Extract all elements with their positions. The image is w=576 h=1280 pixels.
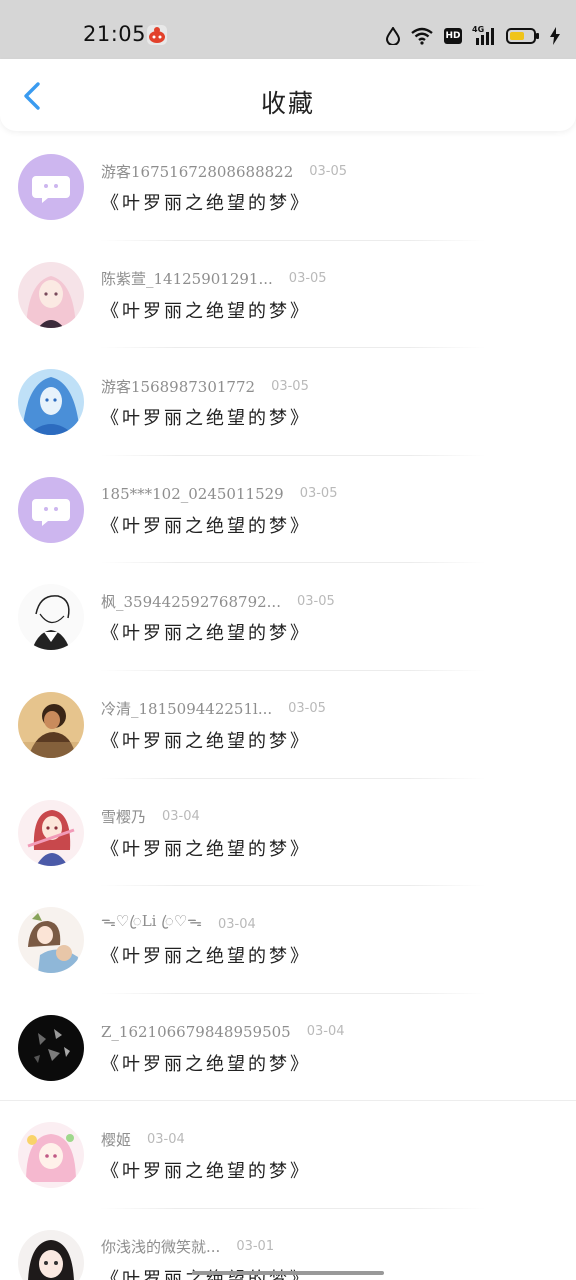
favorite-date: 03-04: [147, 1131, 185, 1147]
battery-icon: [506, 28, 539, 44]
work-title: 《叶罗丽之绝望的梦》: [101, 623, 311, 645]
work-title: 《叶罗丽之绝望的梦》: [101, 838, 311, 860]
username: 枫_359442592768792...: [101, 592, 281, 611]
username: 185***102_0245011529: [101, 484, 284, 503]
status-bar: 21:05 HD 4G: [0, 0, 576, 59]
status-icons: HD 4G: [386, 24, 560, 48]
list-item[interactable]: ᯓ♡ꦿLi ꦿ♡ᯓ 03-04 《叶罗丽之绝望的梦》: [0, 886, 576, 994]
anime-girl-dark-hair-avatar: [18, 1229, 84, 1280]
list-item[interactable]: 雪樱乃 03-04 《叶罗丽之绝望的梦》: [0, 779, 576, 887]
wifi-icon: [411, 27, 433, 45]
sketch-boy-avatar: [18, 584, 84, 651]
work-title: 《叶罗丽之绝望的梦》: [101, 408, 311, 430]
favorite-date: 03-04: [217, 916, 256, 932]
username: 雪樱乃: [101, 808, 147, 827]
page-title: 收藏: [260, 89, 315, 118]
favorite-date: 03-04: [162, 809, 200, 825]
default-chat-avatar: [18, 476, 84, 543]
4g-signal-icon: 4G: [472, 25, 496, 45]
favorites-list: 游客16751672808688822 03-05 《叶罗丽之绝望的梦》 陈紫萱_…: [0, 133, 576, 1280]
hd-icon: HD: [444, 28, 462, 44]
username: 游客1568987301772: [101, 377, 256, 396]
status-time: 21:05: [83, 22, 147, 46]
list-item[interactable]: 枫_359442592768792... 03-05 《叶罗丽之绝望的梦》: [0, 563, 576, 671]
username: 樱姬: [101, 1130, 132, 1149]
anime-girl-pink-avatar: [18, 261, 84, 328]
favorite-date: 03-05: [309, 163, 348, 179]
photo-person-avatar: [18, 691, 84, 758]
favorite-date: 03-04: [306, 1024, 345, 1040]
list-item[interactable]: 冷清_181509442251l... 03-05 《叶罗丽之绝望的梦》: [0, 671, 576, 779]
favorite-date: 03-05: [288, 701, 326, 717]
default-chat-avatar: [18, 154, 84, 220]
list-item[interactable]: 游客1568987301772 03-05 《叶罗丽之绝望的梦》: [0, 348, 576, 456]
work-title: 《叶罗丽之绝望的梦》: [101, 1161, 311, 1183]
work-title: 《叶罗丽之绝望的梦》: [101, 300, 311, 322]
favorite-date: 03-05: [271, 378, 309, 394]
favorite-date: 03-05: [288, 271, 327, 287]
anime-girl-blue-avatar: [18, 369, 84, 436]
username: 冷清_181509442251l...: [101, 700, 273, 719]
favorite-date: 03-01: [236, 1239, 275, 1255]
list-item[interactable]: Z_162106679848959505 03-04 《叶罗丽之绝望的梦》: [0, 994, 576, 1102]
list-item[interactable]: 你浅浅的微笑就...03-01 《叶罗丽之绝望的梦》: [0, 1209, 576, 1280]
work-title: 《叶罗丽之绝望的梦》: [101, 515, 311, 537]
anime-girl-pastel-avatar: [18, 1122, 84, 1189]
username: Z_162106679848959505: [101, 1022, 291, 1041]
username: 游客16751672808688822: [101, 162, 294, 181]
work-title: 《叶罗丽之绝望的梦》: [101, 1053, 311, 1075]
list-item[interactable]: 游客16751672808688822 03-05 《叶罗丽之绝望的梦》: [0, 133, 576, 241]
dark-shards-avatar: [18, 1014, 84, 1081]
username: 你浅浅的微笑就...: [101, 1238, 221, 1257]
work-title: 《叶罗丽之绝望的梦》: [101, 193, 311, 214]
anime-couple-avatar: [18, 907, 84, 974]
list-item[interactable]: 樱姬 03-04 《叶罗丽之绝望的梦》: [0, 1101, 576, 1209]
app-notification-icon: [146, 24, 168, 46]
anime-girl-red-avatar: [18, 799, 84, 866]
favorite-date: 03-05: [296, 593, 335, 609]
username: 陈紫萱_14125901291...: [101, 270, 273, 289]
water-drop-icon: [386, 27, 400, 45]
list-item[interactable]: 陈紫萱_14125901291... 03-05 《叶罗丽之绝望的梦》: [0, 241, 576, 349]
username: ᯓ♡ꦿLi ꦿ♡ᯓ: [101, 911, 202, 930]
home-indicator[interactable]: [192, 1271, 384, 1275]
favorite-date: 03-05: [299, 486, 338, 502]
list-item[interactable]: 185***102_0245011529 03-05 《叶罗丽之绝望的梦》: [0, 456, 576, 564]
work-title: 《叶罗丽之绝望的梦》: [101, 730, 311, 752]
header-bar: 收藏: [0, 59, 576, 131]
work-title: 《叶罗丽之绝望的梦》: [101, 946, 311, 968]
hd-label: HD: [445, 31, 461, 41]
charging-icon: [550, 27, 560, 45]
